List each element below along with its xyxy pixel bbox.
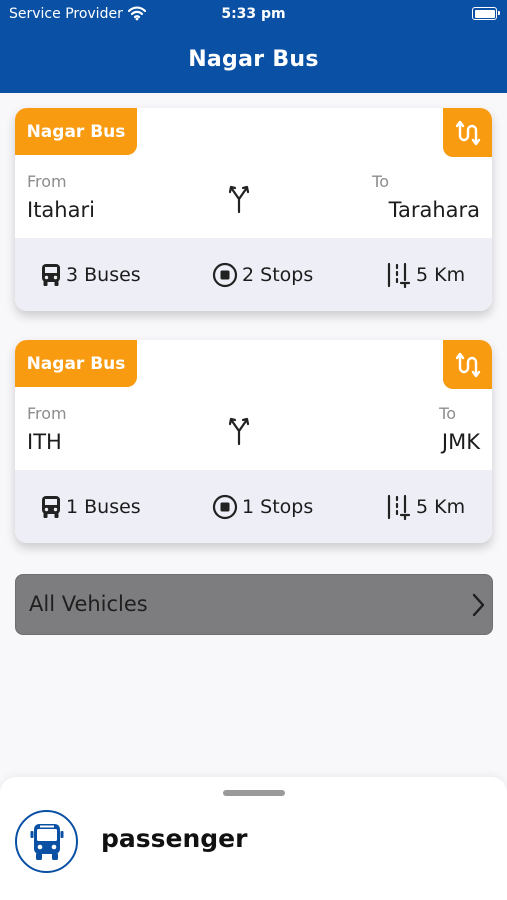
- route-card[interactable]: Nagar Bus From Itahari To Tarahara 3 Bus…: [15, 108, 492, 311]
- distance-label: 5 Km: [416, 495, 466, 518]
- swap-route-button[interactable]: [443, 108, 492, 157]
- bus-icon: [42, 495, 60, 518]
- battery-icon: [472, 7, 500, 20]
- bus-count-label: 1 Buses: [66, 495, 141, 518]
- all-vehicles-button[interactable]: All Vehicles: [15, 574, 493, 635]
- to-label: To: [372, 172, 389, 191]
- route-info-row: 3 Buses 2 Stops 5 Km: [15, 238, 492, 311]
- bus-avatar-icon: [30, 823, 63, 860]
- swap-route-icon: [455, 352, 480, 377]
- chevron-right-icon: [472, 593, 485, 617]
- drag-handle[interactable]: [223, 790, 285, 796]
- distance-icon: [387, 262, 411, 288]
- from-location: ITH: [27, 430, 62, 454]
- bus-count: 3 Buses: [40, 238, 141, 311]
- route-card[interactable]: Nagar Bus From ITH To JMK 1 Buses 1 Stop…: [15, 340, 492, 543]
- fork-icon: [228, 417, 250, 445]
- distance-icon: [387, 494, 411, 520]
- route-info-row: 1 Buses 1 Stops 5 Km: [15, 470, 492, 543]
- all-vehicles-label: All Vehicles: [29, 592, 148, 616]
- avatar[interactable]: [15, 810, 78, 873]
- page-title: Nagar Bus: [188, 47, 319, 72]
- distance-label: 5 Km: [416, 263, 466, 286]
- distance: 5 Km: [386, 470, 465, 543]
- stop-icon: [212, 494, 238, 519]
- swap-route-icon: [455, 120, 480, 145]
- fork-icon: [228, 185, 250, 213]
- stop-count: 2 Stops: [212, 238, 313, 311]
- status-bar: Service Provider 5:33 pm: [0, 0, 507, 30]
- bus-count-label: 3 Buses: [66, 263, 141, 286]
- from-label: From: [27, 404, 67, 423]
- to-label: To: [439, 404, 456, 423]
- stop-count-label: 2 Stops: [242, 263, 314, 286]
- user-role-label: passenger: [101, 824, 248, 853]
- bottom-sheet[interactable]: passenger: [0, 777, 507, 900]
- to-location: Tarahara: [388, 198, 480, 222]
- bus-count: 1 Buses: [40, 470, 141, 543]
- stop-count-label: 1 Stops: [242, 495, 314, 518]
- stop-icon: [212, 262, 238, 287]
- operator-badge: Nagar Bus: [15, 108, 137, 155]
- app-header: Nagar Bus: [0, 30, 507, 93]
- swap-route-button[interactable]: [443, 340, 492, 389]
- status-time: 5:33 pm: [221, 6, 286, 22]
- distance: 5 Km: [386, 238, 465, 311]
- bus-icon: [42, 263, 60, 286]
- stop-count: 1 Stops: [212, 470, 313, 543]
- from-label: From: [27, 172, 67, 191]
- to-location: JMK: [441, 430, 480, 454]
- operator-badge: Nagar Bus: [15, 340, 137, 387]
- from-location: Itahari: [27, 198, 95, 222]
